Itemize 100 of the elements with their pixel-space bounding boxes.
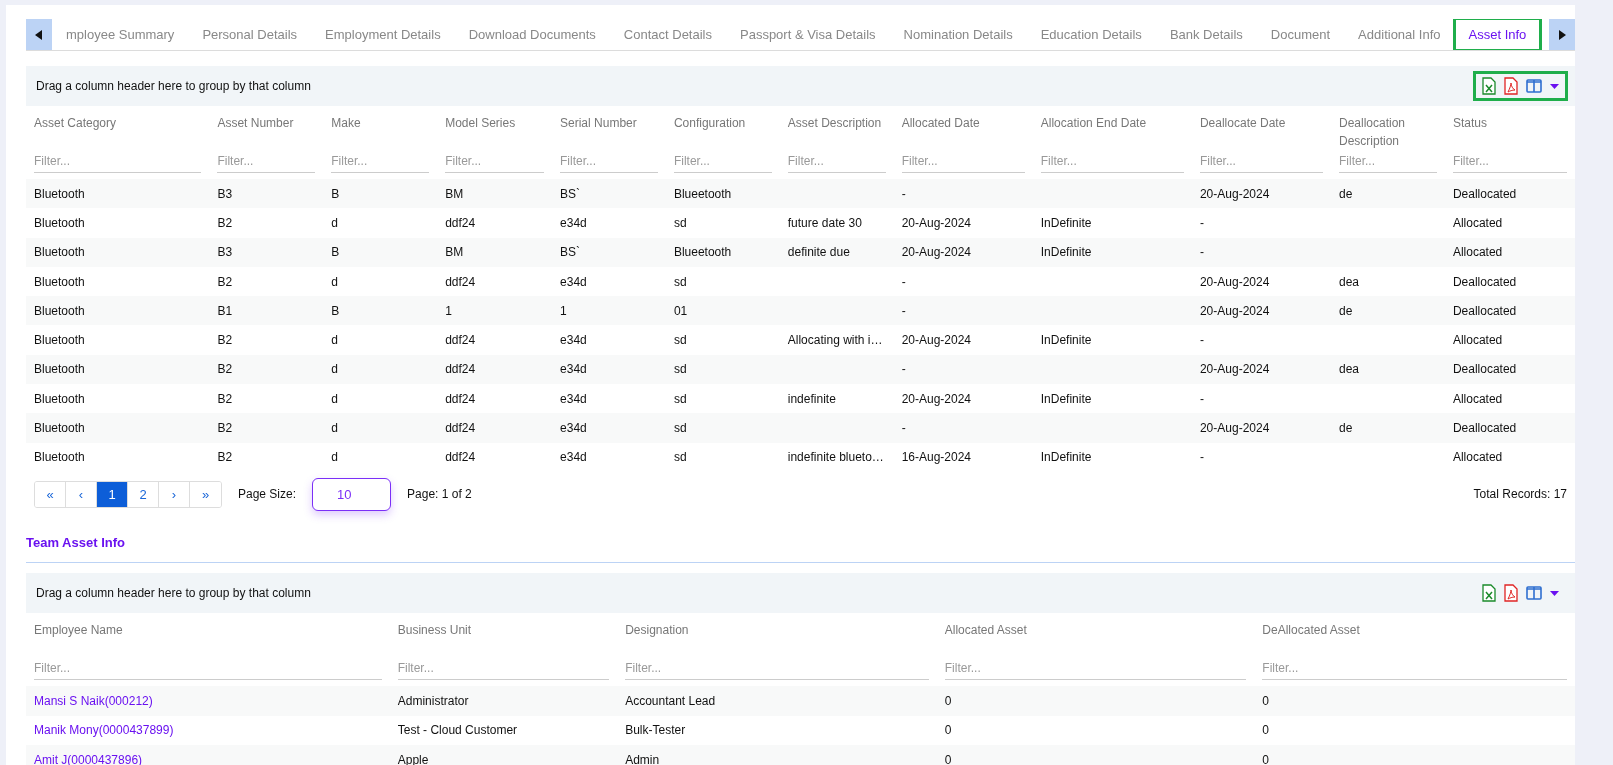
table-cell: Bluetooth xyxy=(34,274,85,289)
table-cell: ddf24 xyxy=(445,215,476,230)
scroll-right-button[interactable] xyxy=(1549,19,1575,50)
tab[interactable]: mployee Summary xyxy=(52,19,189,50)
table-cell: InDefinite xyxy=(1040,333,1092,348)
table-cell: sd xyxy=(673,274,687,289)
column-header[interactable]: Asset Category xyxy=(26,106,210,150)
table-cell: Allocated xyxy=(1452,215,1503,230)
table-cell: - xyxy=(901,274,906,289)
excel-file-icon xyxy=(1482,584,1496,603)
column-header[interactable]: Serial Number xyxy=(552,106,666,150)
column-header[interactable]: Allocated Asset xyxy=(936,613,1255,658)
table-cell: 0 xyxy=(944,752,952,765)
left-triangle-icon xyxy=(35,29,43,40)
total-records: Total Records: 17 xyxy=(1473,486,1567,504)
table-cell: ddf24 xyxy=(445,391,476,406)
page-size-select[interactable]: 10 xyxy=(312,477,392,511)
column-header[interactable]: Deallocate Date xyxy=(1191,106,1331,150)
table-cell: - xyxy=(1199,215,1204,230)
table-cell: Deallocated xyxy=(1452,303,1517,318)
excel-file-button[interactable] xyxy=(1482,584,1496,603)
caret-button[interactable] xyxy=(1550,83,1559,89)
table-cell: B2 xyxy=(217,450,233,465)
tab[interactable]: Education Details xyxy=(1026,19,1156,50)
table-cell: B2 xyxy=(217,333,233,348)
column-header[interactable]: Asset Number xyxy=(209,106,324,150)
column-header[interactable]: Status xyxy=(1444,106,1575,150)
table-cell: d xyxy=(331,421,338,435)
table-cell: B2 xyxy=(217,391,233,406)
page-button[interactable]: 1 xyxy=(97,481,128,507)
pdf-file-button[interactable] xyxy=(1504,77,1518,95)
column-header[interactable]: Configuration xyxy=(665,106,780,150)
table-cell: B3 xyxy=(217,245,233,260)
caret-button[interactable] xyxy=(1550,590,1559,596)
scroll-left-button[interactable] xyxy=(26,19,52,50)
table-cell: de xyxy=(1339,421,1353,435)
table-cell: B xyxy=(331,303,340,318)
table-cell: 20-Aug-2024 xyxy=(901,245,972,260)
tab[interactable]: Employment Details xyxy=(311,19,455,50)
column-header[interactable]: Designation xyxy=(617,613,937,658)
table-cell: - xyxy=(901,421,906,435)
excel-file-button[interactable] xyxy=(1482,77,1496,95)
employee-link[interactable]: Manik Mony(0000437899) xyxy=(34,723,174,738)
tab[interactable]: Personal Details xyxy=(188,19,312,50)
table-cell: e34d xyxy=(560,333,587,348)
table-cell: - xyxy=(901,303,906,318)
tab[interactable]: Download Documents xyxy=(454,19,610,50)
tab[interactable]: Bank Details xyxy=(1155,19,1257,50)
table-cell: 0 xyxy=(1262,752,1270,765)
table-cell: 20-Aug-2024 xyxy=(1199,303,1270,318)
caret-icon xyxy=(1550,83,1559,89)
column-header[interactable]: Deallocation Description xyxy=(1331,106,1445,150)
table-cell: Allocating with i… xyxy=(787,333,883,348)
table-cell: 20-Aug-2024 xyxy=(901,391,972,406)
column-header[interactable]: Allocated Date xyxy=(893,106,1033,150)
table-cell: BS` xyxy=(560,245,581,260)
table-cell: dea xyxy=(1339,274,1360,289)
tab[interactable]: Asset Info xyxy=(1454,19,1541,50)
group-hint: Drag a column header here to group by that column xyxy=(36,585,311,603)
table-cell: e34d xyxy=(560,274,587,289)
tab[interactable]: Passport & Visa Details xyxy=(726,19,890,50)
column-header[interactable]: Asset Description xyxy=(779,106,894,150)
table-cell: Bluetooth xyxy=(34,186,85,201)
column-header[interactable]: Business Unit xyxy=(389,613,618,658)
table-cell: Bluetooth xyxy=(34,215,85,230)
pdf-file-button[interactable] xyxy=(1504,584,1518,603)
page-info: Page: 1 of 2 xyxy=(407,486,472,504)
table-cell: Bluetooth xyxy=(34,421,85,435)
excel-file-icon xyxy=(1482,77,1496,95)
employee-link[interactable]: Mansi S Naik(000212) xyxy=(34,694,153,709)
table-cell: 20-Aug-2024 xyxy=(901,215,972,230)
table-cell: B2 xyxy=(217,421,233,435)
column-header[interactable]: DeAllocated Asset xyxy=(1254,613,1575,658)
table-cell: future date 30 xyxy=(787,215,862,230)
tab[interactable]: Nomination Details xyxy=(889,19,1027,50)
tab[interactable]: Additional Info xyxy=(1344,19,1455,50)
tab[interactable]: Document xyxy=(1256,19,1345,50)
table-cell: e34d xyxy=(560,450,587,465)
columns-button[interactable] xyxy=(1526,79,1542,93)
table-cell: Allocated xyxy=(1452,245,1503,260)
tab[interactable]: Contact Details xyxy=(609,19,726,50)
column-header[interactable]: Model Series xyxy=(437,106,553,150)
table-cell: d xyxy=(331,391,338,406)
table-cell: 20-Aug-2024 xyxy=(1199,274,1270,289)
table-cell: 0 xyxy=(1262,694,1270,709)
table-cell: ddf24 xyxy=(445,450,476,465)
table-cell: sd xyxy=(673,391,687,406)
table-cell: Bluetooth xyxy=(34,303,85,318)
page-button[interactable]: « xyxy=(35,481,66,507)
table-cell: d xyxy=(331,333,338,348)
table-cell: 01 xyxy=(673,303,688,318)
table-cell: Deallocated xyxy=(1452,186,1517,201)
column-header[interactable]: Allocation End Date xyxy=(1032,106,1192,150)
table-cell: d xyxy=(331,215,338,230)
table-cell: B xyxy=(331,245,340,260)
columns-icon xyxy=(1526,586,1542,601)
table-cell: B3 xyxy=(217,186,233,201)
column-header[interactable]: Employee Name xyxy=(26,613,390,658)
columns-button[interactable] xyxy=(1526,586,1542,601)
column-header[interactable]: Make xyxy=(323,106,438,150)
